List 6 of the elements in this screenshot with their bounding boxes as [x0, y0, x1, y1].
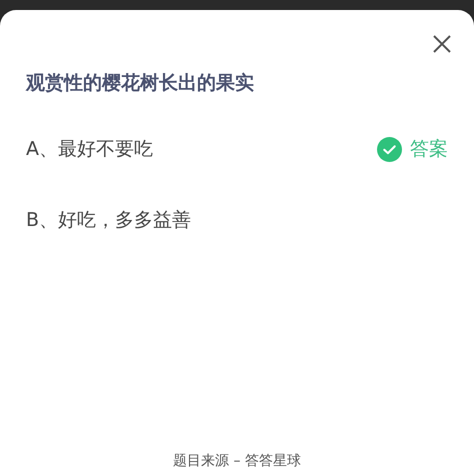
option-text[interactable]: A、最好不要吃 — [26, 136, 153, 162]
source-text: 题目来源 – 答答星球 — [172, 452, 302, 470]
answer-label: 答案 — [410, 137, 448, 162]
question-title: 观赏性的樱花树长出的果实 — [26, 71, 255, 96]
close-icon[interactable] — [432, 34, 452, 54]
option-text[interactable]: B、好吃，多多益善 — [26, 207, 192, 233]
